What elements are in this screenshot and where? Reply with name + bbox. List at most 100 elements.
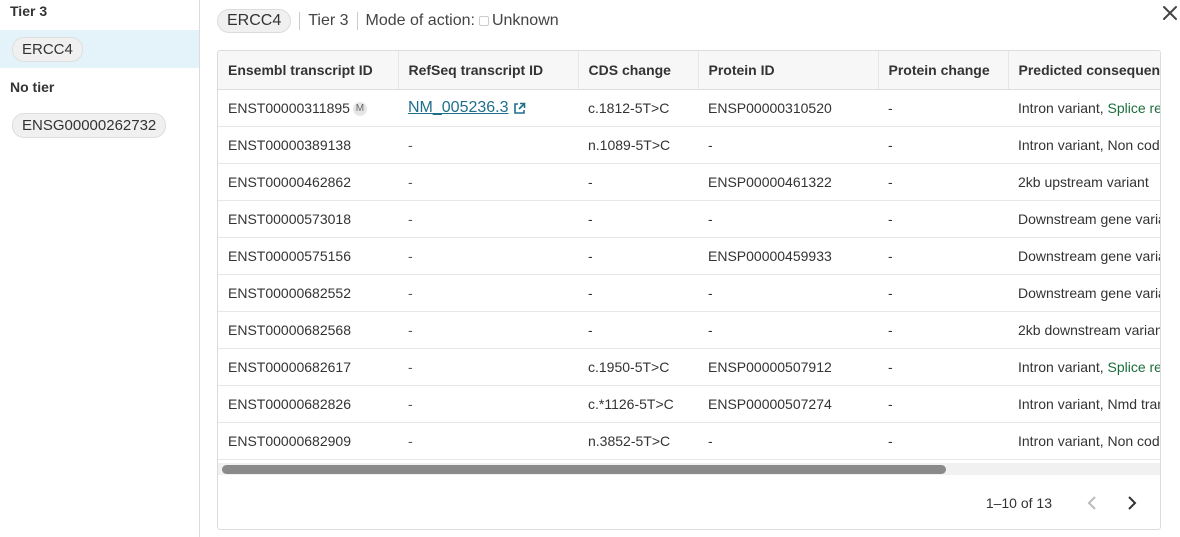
column-header[interactable]: Protein ID bbox=[698, 51, 879, 90]
ensembl-id: ENST00000682826 bbox=[228, 396, 351, 412]
table-row: ENST00000389138- n.1089-5T>C - - Intron vari… bbox=[218, 126, 1160, 164]
protein-change-cell: - bbox=[878, 385, 1008, 423]
protein-change-cell: - bbox=[878, 274, 1008, 312]
transcripts-table: Ensembl transcript ID RefSeq transcript … bbox=[218, 51, 1160, 460]
protein-change-cell: - bbox=[878, 163, 1008, 201]
consequence-text: Intron variant, bbox=[1018, 100, 1108, 116]
protein-change-cell: - bbox=[878, 422, 1008, 460]
refseq-cell: - bbox=[398, 237, 578, 275]
close-icon bbox=[1163, 6, 1177, 20]
external-link-icon[interactable] bbox=[513, 102, 526, 115]
refseq-value: - bbox=[408, 396, 413, 412]
refseq-value: - bbox=[408, 322, 413, 338]
horizontal-scrollbar[interactable] bbox=[218, 463, 1160, 475]
consequence-text: Downstream gene variant bbox=[1018, 211, 1160, 227]
protein-id-cell: ENSP00000461322 bbox=[698, 163, 878, 201]
protein-id-cell: - bbox=[698, 274, 878, 312]
consequence-text: Intron variant, Non coding transcript va… bbox=[1018, 433, 1160, 449]
consequence-text: 2kb downstream variant bbox=[1018, 322, 1160, 338]
table-row: ENST00000573018----Downstream gene varia… bbox=[218, 200, 1160, 238]
refseq-link[interactable]: NM_005236.3 bbox=[408, 99, 509, 116]
protein-id-cell: ENSP00000507912 bbox=[698, 348, 878, 386]
protein-id-cell: - bbox=[698, 311, 878, 349]
ensembl-id-cell: ENST00000389138 bbox=[218, 126, 398, 164]
ensembl-id-cell: ENST00000682568 bbox=[218, 311, 398, 349]
cds-change-cell: - bbox=[578, 274, 698, 312]
consequence-cell: 2kb upstream variant bbox=[1008, 163, 1160, 201]
protein-id-cell: - bbox=[698, 422, 878, 460]
sidebar-item-ercc4[interactable]: ERCC4 bbox=[0, 30, 199, 68]
protein-change-cell: - bbox=[878, 126, 1008, 164]
refseq-value: - bbox=[408, 211, 413, 227]
ensembl-id-cell: ENST00000682909 bbox=[218, 422, 398, 460]
table-row: ENST00000682826 - c.*1126-5T>C ENSP00000507… bbox=[218, 385, 1160, 423]
pagination-range: 1–10 of 13 bbox=[985, 495, 1052, 511]
prev-page-button[interactable] bbox=[1080, 491, 1104, 515]
consequence-text: Downstream gene variant bbox=[1018, 285, 1160, 301]
cds-change-cell: - bbox=[578, 311, 698, 349]
table-row: ENST00000682552----Downstream gene varia… bbox=[218, 274, 1160, 312]
consequence-text: Downstream gene variant bbox=[1018, 248, 1160, 264]
table-row: ENST00000311895 M NM_005236.3 c.1812-5T>C EN… bbox=[218, 89, 1161, 127]
ensembl-id: ENST00000682909 bbox=[228, 433, 351, 449]
next-page-button[interactable] bbox=[1120, 491, 1144, 515]
consequence-cell: Downstream gene variant bbox=[1008, 237, 1160, 275]
cds-change-cell: - bbox=[578, 163, 698, 201]
scrollbar-thumb[interactable] bbox=[222, 465, 946, 474]
column-header[interactable]: RefSeq transcript ID bbox=[398, 51, 579, 90]
protein-change-cell: - bbox=[878, 200, 1008, 238]
gene-chip: ERCC4 bbox=[12, 37, 83, 62]
table-scroll-area[interactable]: Ensembl transcript ID RefSeq transcript … bbox=[218, 51, 1160, 463]
mane-badge: M bbox=[352, 102, 367, 117]
protein-id-cell: - bbox=[698, 200, 878, 238]
cds-change-cell: c.*1126-5T>C bbox=[578, 385, 698, 423]
refseq-cell: - bbox=[398, 126, 578, 164]
close-button[interactable] bbox=[1159, 2, 1180, 24]
ensembl-id: ENST00000462862 bbox=[228, 174, 351, 190]
consequence-highlight: Splice region variant bbox=[1107, 359, 1161, 375]
cds-change-cell: n.3852-5T>C bbox=[578, 422, 698, 460]
table-row: ENST00000682909- n.3852-5T>C - - Intron vari… bbox=[218, 422, 1160, 460]
ensembl-id: ENST00000682552 bbox=[228, 285, 351, 301]
ensembl-id: ENST00000311895 bbox=[228, 99, 350, 116]
refseq-cell: - bbox=[398, 274, 578, 312]
sidebar-item-ensg00000262732[interactable]: ENSG00000262732 bbox=[0, 106, 199, 144]
refseq-cell: - bbox=[398, 311, 578, 349]
protein-change-cell: - bbox=[878, 311, 1008, 349]
column-header[interactable]: CDS change bbox=[578, 51, 699, 90]
consequence-cell: Intron variant, Non coding transcript va… bbox=[1008, 422, 1160, 460]
consequence-cell: 2kb downstream variant bbox=[1008, 311, 1160, 349]
sidebar: Tier 3 ERCC4 No tier ENSG00000262732 bbox=[0, 0, 200, 537]
divider bbox=[356, 12, 358, 30]
refseq-cell: - bbox=[398, 422, 578, 460]
column-header[interactable]: Protein change bbox=[878, 51, 1009, 90]
gene-chip: ERCC4 bbox=[217, 9, 292, 33]
detail-header: ERCC4 Tier 3 Mode of action: Unknown bbox=[217, 9, 559, 33]
column-header[interactable]: Ensembl transcript ID bbox=[218, 51, 399, 90]
cds-change-cell: c.1812-5T>C bbox=[578, 89, 698, 127]
ensembl-id-cell: ENST00000573018 bbox=[218, 200, 398, 238]
consequence-highlight: Splice region variant bbox=[1107, 100, 1161, 116]
refseq-value: - bbox=[408, 433, 413, 449]
column-header[interactable]: Predicted consequence bbox=[1008, 51, 1160, 90]
refseq-cell: - bbox=[398, 200, 578, 238]
table-row: ENST00000462862- - ENSP00000461322-2kb ups… bbox=[218, 163, 1160, 201]
ensembl-id: ENST00000389138 bbox=[228, 137, 351, 153]
refseq-cell: - bbox=[398, 385, 578, 423]
tier-heading: No tier bbox=[10, 79, 55, 95]
mode-of-action-value: Unknown bbox=[491, 12, 559, 29]
pagination: 1–10 of 13 bbox=[986, 483, 1160, 523]
consequence-cell: Downstream gene variant bbox=[1008, 274, 1160, 312]
ensembl-id-cell: ENST00000462862 bbox=[218, 163, 398, 201]
consequence-cell: Intron variant, Nmd transcript variant bbox=[1008, 385, 1160, 423]
ensembl-id-cell: ENST00000682826 bbox=[218, 385, 398, 423]
consequence-text: Intron variant, Nmd transcript variant bbox=[1018, 396, 1160, 412]
chevron-left-icon bbox=[1087, 496, 1096, 510]
refseq-value: - bbox=[408, 174, 413, 190]
consequence-text: Intron variant, Non coding transcript va… bbox=[1018, 137, 1160, 153]
cds-change-cell: n.1089-5T>C bbox=[578, 126, 698, 164]
protein-change-cell: - bbox=[878, 348, 1008, 386]
refseq-value: - bbox=[408, 359, 413, 375]
consequence-text: 2kb upstream variant bbox=[1018, 174, 1149, 190]
refseq-cell: - bbox=[398, 163, 578, 201]
